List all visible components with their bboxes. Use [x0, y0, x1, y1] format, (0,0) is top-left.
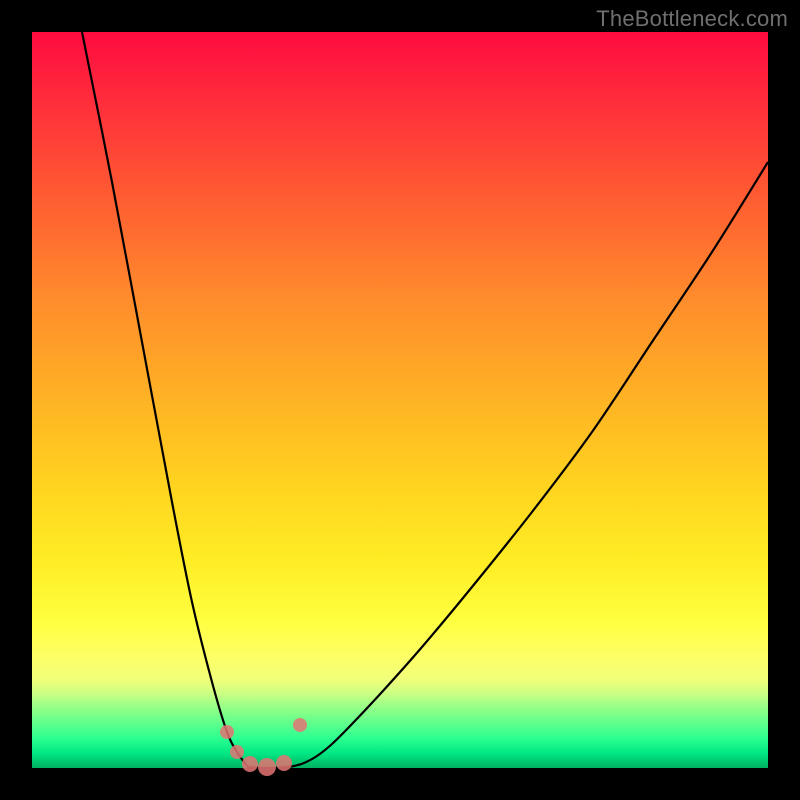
data-dot [242, 756, 258, 772]
data-dots-group [220, 718, 307, 776]
data-dot [230, 745, 244, 759]
data-dot [258, 758, 276, 776]
bottleneck-curve-svg [32, 32, 768, 768]
watermark-text: TheBottleneck.com [596, 6, 788, 32]
data-dot [276, 755, 292, 771]
curve-left-branch [82, 32, 247, 766]
data-dot [293, 718, 307, 732]
chart-plot-area [32, 32, 768, 768]
curve-right-branch [287, 162, 768, 767]
data-dot [220, 725, 234, 739]
